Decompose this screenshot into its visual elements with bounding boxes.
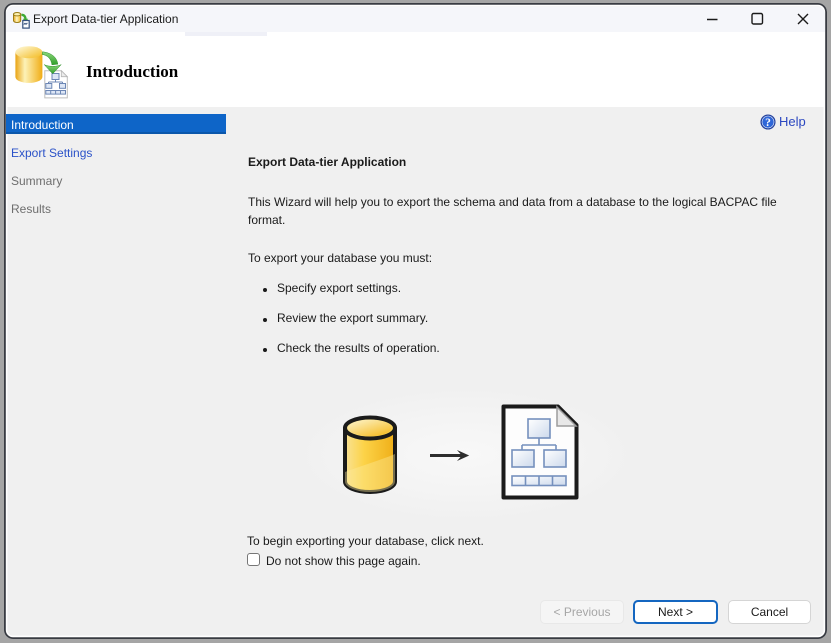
- svg-text:?: ?: [765, 117, 771, 129]
